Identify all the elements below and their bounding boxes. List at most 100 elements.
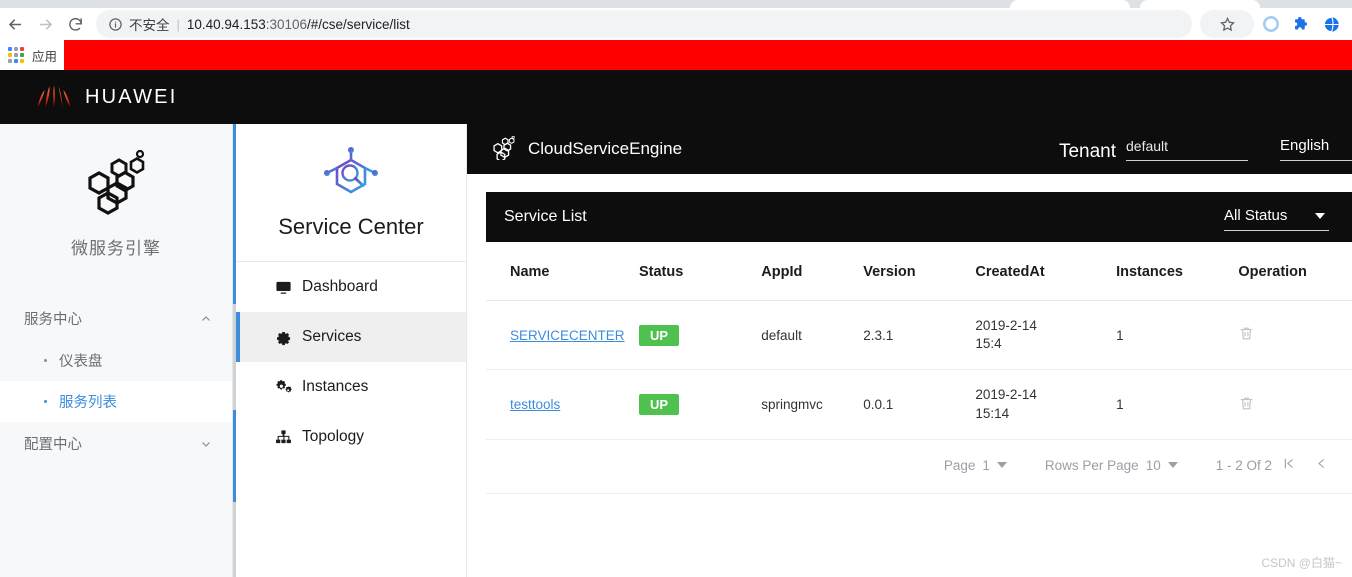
nav-item-topology[interactable]: Topology bbox=[236, 412, 466, 462]
service-link[interactable]: testtools bbox=[510, 397, 560, 412]
main-content: Service List All Status Name Status AppI… bbox=[467, 174, 1352, 577]
column-header-instances[interactable]: Instances bbox=[1116, 242, 1239, 301]
previous-page-icon[interactable] bbox=[1305, 456, 1338, 475]
browser-tab[interactable] bbox=[1140, 0, 1260, 8]
monitor-icon bbox=[275, 279, 293, 296]
table-body: SERVICECENTER UP default 2.3.1 2019-2-14… bbox=[486, 300, 1352, 440]
apps-grid-icon[interactable] bbox=[8, 47, 24, 63]
trash-icon[interactable] bbox=[1238, 327, 1255, 345]
cell-version: 2.3.1 bbox=[863, 300, 976, 371]
cell-status: UP bbox=[638, 369, 762, 440]
hexagon-cluster-icon bbox=[0, 124, 232, 226]
rows-per-page-label: Rows Per Page bbox=[1044, 457, 1139, 473]
nav-item-label: Topology bbox=[302, 428, 365, 445]
cell-operation bbox=[1238, 369, 1352, 440]
chevron-down-icon[interactable] bbox=[200, 438, 212, 450]
created-time: 15:14 bbox=[975, 405, 1010, 421]
created-time: 15:4 bbox=[975, 336, 1002, 352]
browser-tab-spacer bbox=[1282, 0, 1352, 8]
table-header: Name Status AppId Version CreatedAt Inst… bbox=[486, 242, 1352, 301]
browser-tab[interactable] bbox=[1010, 0, 1130, 8]
status-badge: UP bbox=[638, 324, 679, 346]
column-header-name[interactable]: Name bbox=[486, 242, 639, 301]
header-actions: Tenant default English bbox=[1059, 138, 1352, 161]
next-page-icon[interactable] bbox=[1338, 456, 1352, 475]
column-header-appid[interactable]: AppId bbox=[761, 242, 864, 301]
sidebar-group-header[interactable]: 服务中心 bbox=[0, 297, 232, 340]
cell-status: UP bbox=[638, 300, 762, 371]
sidebar-item-dashboard[interactable]: 仪表盘 bbox=[0, 340, 232, 381]
chevron-down-icon bbox=[1167, 462, 1178, 469]
bookmarks-bar: 应用 bbox=[0, 40, 1352, 70]
url-port: :30106 bbox=[265, 16, 308, 32]
column-header-version[interactable]: Version bbox=[863, 242, 976, 301]
browser-tab-strip[interactable] bbox=[0, 0, 1352, 8]
nav-item-instances[interactable]: Instances bbox=[236, 362, 466, 412]
sidebar-item-label: 仪表盘 bbox=[59, 354, 103, 370]
created-date: 2019-2-14 bbox=[975, 387, 1037, 403]
app-header: CloudServiceEngine Tenant default Englis… bbox=[467, 124, 1352, 174]
nav-item-label: Instances bbox=[302, 378, 369, 395]
sidebar-group-label: 服务中心 bbox=[24, 312, 82, 328]
chevron-up-icon[interactable] bbox=[200, 313, 212, 325]
forward-arrow-icon[interactable] bbox=[30, 9, 60, 39]
trash-icon[interactable] bbox=[1238, 397, 1255, 415]
cell-instances: 1 bbox=[1116, 369, 1239, 440]
puzzle-extensions-icon[interactable] bbox=[1288, 11, 1314, 37]
sidebar-item-service-list[interactable]: 服务列表 bbox=[0, 381, 232, 422]
status-filter-value: All Status bbox=[1224, 207, 1288, 224]
service-list-title: Service List bbox=[504, 208, 587, 225]
huawei-brand-text: HUAWEI bbox=[85, 85, 178, 108]
rows-per-page-selector[interactable]: Rows Per Page 10 bbox=[1045, 458, 1178, 473]
left-sidebar-title: 微服务引擎 bbox=[71, 239, 161, 258]
toolbar-actions bbox=[1200, 10, 1352, 38]
chevron-down-icon bbox=[996, 462, 1007, 469]
column-header-createdat[interactable]: CreatedAt bbox=[975, 242, 1117, 301]
huawei-brand-bar: HUAWEI bbox=[0, 70, 1352, 124]
nav-item-label: Dashboard bbox=[302, 278, 378, 295]
first-page-icon[interactable] bbox=[1272, 456, 1305, 475]
bookmark-star-icon[interactable] bbox=[1200, 10, 1254, 38]
page-label: Page bbox=[943, 457, 976, 473]
left-sidebar: 微服务引擎 服务中心 仪表盘 服务列表 配置中心 bbox=[0, 124, 236, 577]
browser-window: 不安全 | 10.40.94.153:30106/#/cse/service/l… bbox=[0, 0, 1352, 577]
info-circle-icon[interactable] bbox=[108, 17, 123, 32]
browser-toolbar: 不安全 | 10.40.94.153:30106/#/cse/service/l… bbox=[0, 8, 1352, 40]
status-badge: UP bbox=[638, 394, 679, 416]
language-select[interactable]: English bbox=[1280, 138, 1352, 161]
service-link[interactable]: SERVICECENTER bbox=[510, 328, 625, 343]
chevron-down-icon bbox=[1315, 212, 1325, 219]
sidebar-group-header[interactable]: 配置中心 bbox=[0, 422, 232, 465]
bullet-icon bbox=[44, 400, 47, 403]
cell-instances: 1 bbox=[1116, 300, 1239, 371]
bookmarks-apps-label[interactable]: 应用 bbox=[32, 46, 57, 65]
globe-icon[interactable] bbox=[1318, 11, 1344, 37]
rows-per-page-value: 10 bbox=[1145, 457, 1161, 473]
huawei-flower-logo bbox=[34, 82, 74, 112]
sidebar-group-service-center: 服务中心 仪表盘 服务列表 bbox=[0, 297, 232, 422]
service-table: Name Status AppId Version CreatedAt Inst… bbox=[486, 242, 1352, 440]
table-row[interactable]: SERVICECENTER UP default 2.3.1 2019-2-14… bbox=[486, 300, 1352, 371]
table-header-row: Name Status AppId Version CreatedAt Inst… bbox=[486, 242, 1352, 301]
nav-item-dashboard[interactable]: Dashboard bbox=[236, 262, 466, 312]
cell-name: SERVICECENTER bbox=[486, 300, 639, 371]
omnibox-separator: | bbox=[176, 16, 180, 32]
reload-icon[interactable] bbox=[60, 9, 90, 39]
status-filter-select[interactable]: All Status bbox=[1224, 207, 1329, 231]
table-row[interactable]: testtools UP springmvc 0.0.1 2019-2-14 1… bbox=[486, 369, 1352, 440]
cell-name: testtools bbox=[486, 369, 639, 440]
service-center-nav: Service Center Dashboard Services Instan… bbox=[236, 124, 467, 577]
address-bar[interactable]: 不安全 | 10.40.94.153:30106/#/cse/service/l… bbox=[96, 10, 1192, 38]
profile-circle-icon[interactable] bbox=[1258, 11, 1284, 37]
back-arrow-icon[interactable] bbox=[0, 9, 30, 39]
cogs-icon bbox=[275, 378, 293, 396]
security-status-label: 不安全 bbox=[129, 18, 170, 33]
cell-createdat: 2019-2-14 15:4 bbox=[975, 300, 1117, 371]
nav-item-services[interactable]: Services bbox=[236, 312, 466, 362]
tenant-select[interactable]: default bbox=[1126, 139, 1248, 161]
gear-icon bbox=[275, 329, 293, 346]
sidebar-group-label: 配置中心 bbox=[24, 437, 82, 453]
page-selector[interactable]: Page 1 bbox=[944, 458, 1007, 473]
nav-item-label: Services bbox=[302, 328, 362, 345]
column-header-status[interactable]: Status bbox=[638, 242, 762, 301]
